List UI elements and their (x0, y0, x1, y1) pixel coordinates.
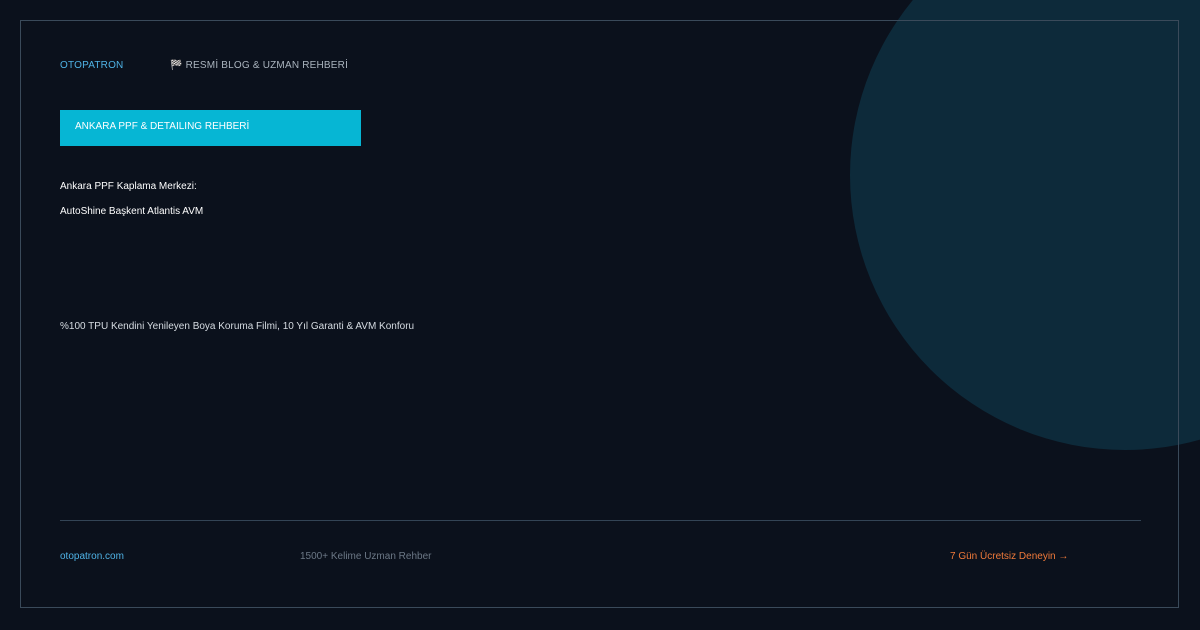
footer-cta: 7 Gün Ücretsiz Deneyin → (950, 551, 1069, 562)
page-subtitle: %100 TPU Kendini Yenileyen Boya Koruma F… (60, 321, 415, 332)
category-badge: ANKARA PPF & DETAILING REHBERİ (60, 110, 361, 146)
page-title-line-2: AutoShine Başkent Atlantis AVM (60, 206, 204, 217)
og-card: OTOPATRON 🏁 RESMİ BLOG & UZMAN REHBERİ A… (0, 0, 1200, 630)
footer-site-url: otopatron.com (60, 551, 124, 562)
page-title-line-1: Ankara PPF Kaplama Merkezi: (60, 181, 197, 192)
blog-tagline: 🏁 RESMİ BLOG & UZMAN REHBERİ (170, 60, 349, 71)
category-badge-label: ANKARA PPF & DETAILING REHBERİ (75, 121, 250, 132)
footer-stat: 1500+ Kelime Uzman Rehber (300, 551, 432, 562)
footer-divider (60, 520, 1141, 521)
brand-name: OTOPATRON (60, 60, 124, 71)
